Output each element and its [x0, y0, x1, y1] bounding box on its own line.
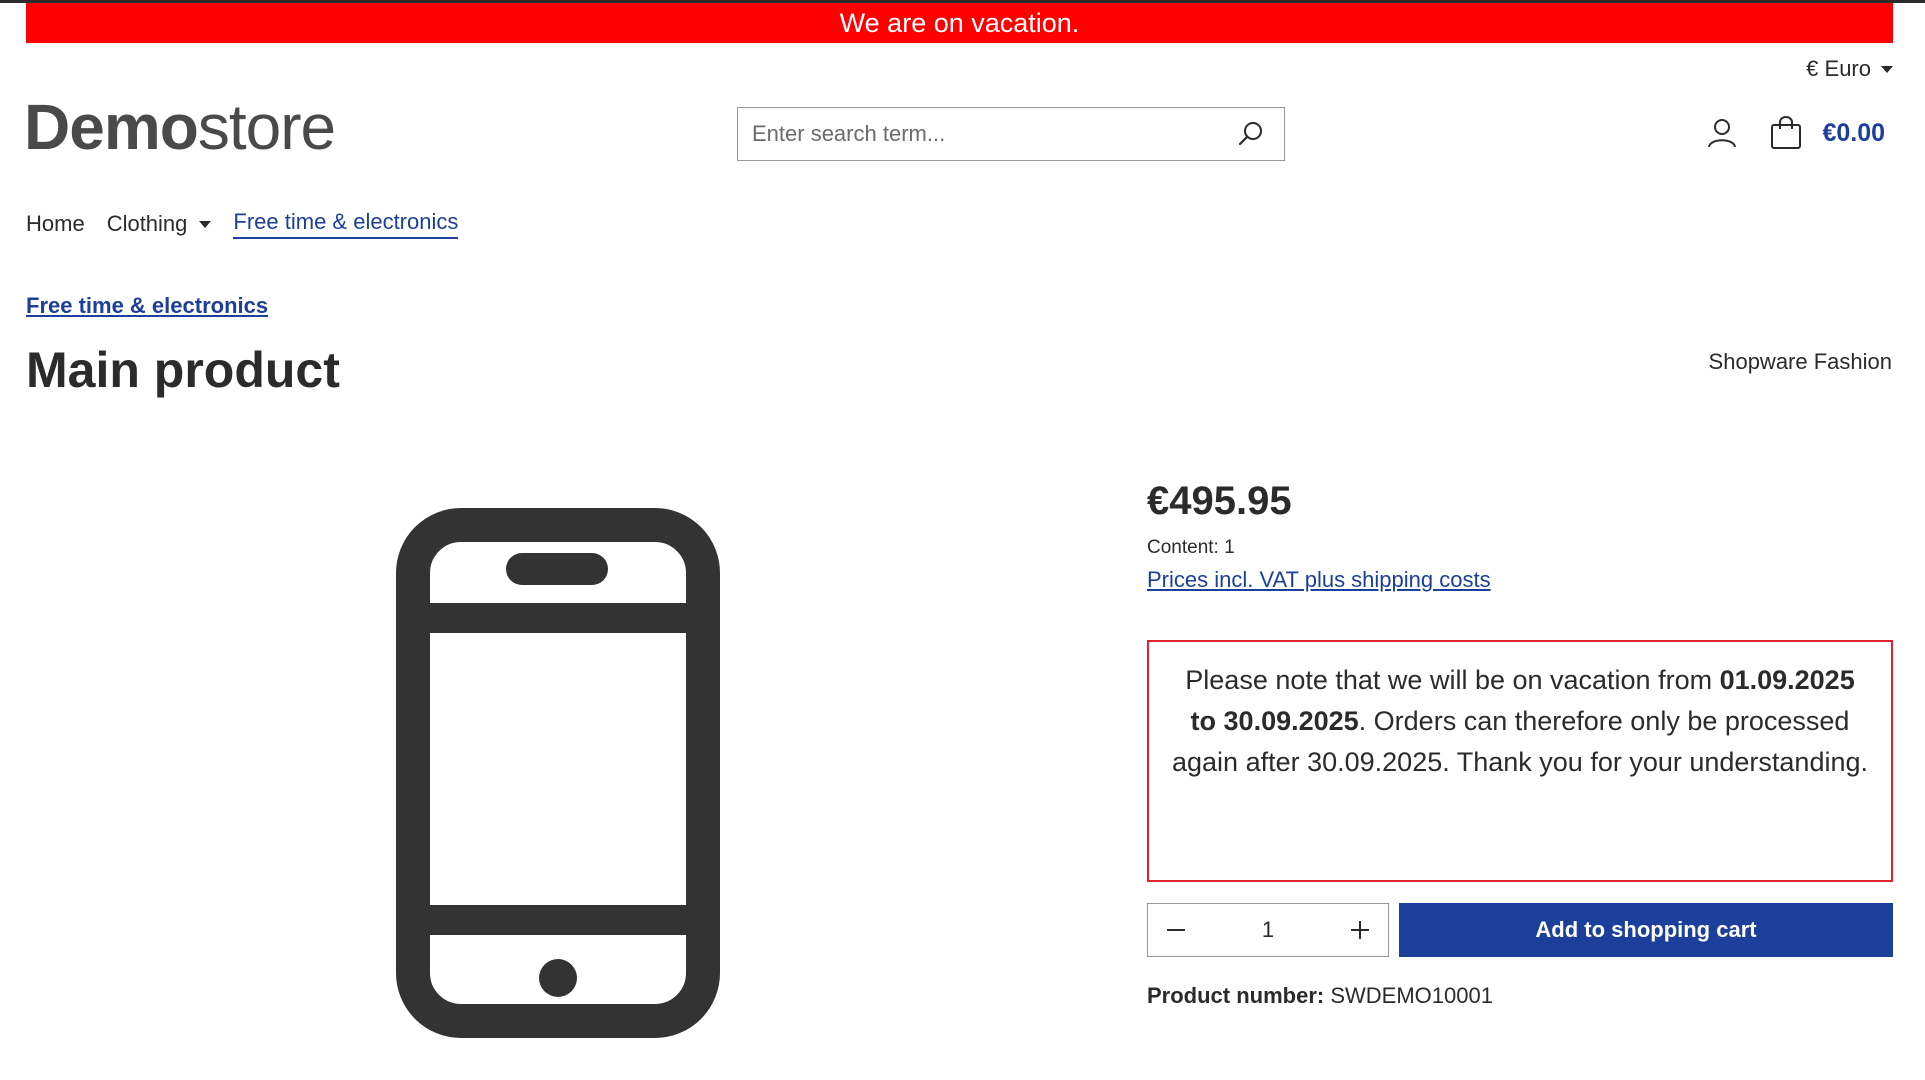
store-logo[interactable]: Demostore	[24, 91, 336, 163]
minus-icon[interactable]	[1148, 904, 1204, 956]
user-icon[interactable]	[1704, 115, 1740, 151]
cart-total[interactable]: €0.00	[1822, 119, 1885, 148]
logo-bold-text: Demo	[24, 91, 199, 163]
vacation-banner: We are on vacation.	[26, 3, 1893, 43]
product-price: €495.95	[1147, 479, 1292, 523]
nav-item-home[interactable]: Home	[26, 211, 85, 237]
product-number: Product number: SWDEMO10001	[1147, 983, 1493, 1009]
chevron-down-icon	[199, 220, 212, 228]
add-to-cart-button[interactable]: Add to shopping cart	[1399, 903, 1893, 957]
notice-text-before: Please note that we will be on vacation …	[1185, 665, 1720, 695]
manufacturer-name[interactable]: Shopware Fashion	[1709, 349, 1892, 375]
shopping-bag-icon[interactable]	[1768, 115, 1804, 151]
main-navigation: Home Clothing Free time & electronics	[26, 209, 459, 239]
page-title: Main product	[26, 342, 340, 398]
chevron-down-icon	[1881, 65, 1893, 73]
breadcrumb[interactable]: Free time & electronics	[26, 293, 268, 319]
product-number-label: Product number:	[1147, 983, 1325, 1008]
header-actions: €0.00	[1704, 115, 1885, 151]
search-input[interactable]	[738, 108, 1234, 160]
plus-icon[interactable]	[1332, 904, 1388, 956]
vacation-notice: Please note that we will be on vacation …	[1147, 640, 1893, 882]
search-icon[interactable]	[1234, 117, 1268, 151]
currency-label: € Euro	[1806, 56, 1871, 81]
logo-light-text: store	[197, 91, 336, 163]
content-info: Content: 1	[1147, 537, 1235, 558]
nav-item-free-time-electronics[interactable]: Free time & electronics	[233, 209, 459, 239]
page: We are on vacation. € Euro Demostore Ent…	[0, 0, 1925, 1080]
product-number-value: SWDEMO10001	[1330, 983, 1493, 1008]
nav-item-label: Clothing	[106, 211, 188, 236]
vat-shipping-link[interactable]: Prices incl. VAT plus shipping costs	[1147, 567, 1491, 593]
nav-item-clothing[interactable]: Clothing	[107, 211, 212, 237]
quantity-stepper: 1	[1147, 903, 1389, 957]
search-bar	[737, 107, 1285, 161]
smartphone-icon[interactable]	[396, 508, 720, 1038]
currency-switcher[interactable]: € Euro	[1806, 56, 1893, 82]
quantity-value[interactable]: 1	[1204, 917, 1332, 943]
